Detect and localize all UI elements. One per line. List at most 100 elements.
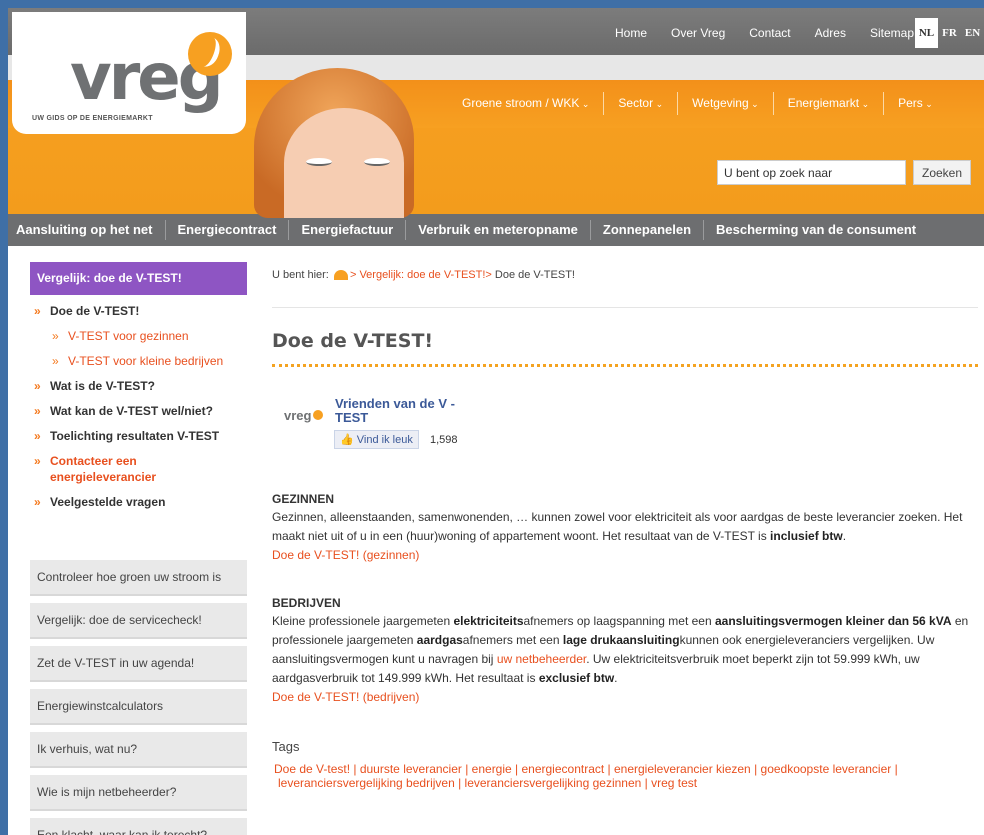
link-vtest-gezinnen[interactable]: Doe de V-TEST! (gezinnen) bbox=[272, 548, 419, 562]
main-content: U bent hier: > Vergelijk: doe de V-TEST!… bbox=[272, 262, 978, 790]
nav-groene-stroom[interactable]: Groene stroom / WKK bbox=[448, 92, 603, 115]
lightning-icon bbox=[188, 32, 232, 76]
thumbs-up-icon: 👍 bbox=[340, 434, 354, 446]
box-klacht[interactable]: Een klacht, waar kan ik terecht? bbox=[30, 818, 247, 835]
subnav-verbruik[interactable]: Verbruik en meteropname bbox=[405, 220, 590, 240]
breadcrumb-sep: > bbox=[349, 269, 357, 281]
section-text: Gezinnen, alleenstaanden, samenwonenden,… bbox=[272, 508, 978, 565]
chevron-right-icon: » bbox=[52, 329, 59, 343]
top-nav-adres[interactable]: Adres bbox=[815, 26, 846, 40]
sidebar: Vergelijk: doe de V-TEST! » Doe de V-TEST… bbox=[30, 262, 247, 835]
page-title: Doe de V-TEST! bbox=[272, 330, 434, 352]
tags-title: Tags bbox=[272, 739, 300, 754]
tag-line[interactable]: leveranciersvergelijking bedrijven | lev… bbox=[274, 776, 978, 790]
lightning-icon bbox=[313, 410, 324, 420]
lang-en[interactable]: EN bbox=[961, 18, 984, 48]
search-button[interactable]: Zoeken bbox=[913, 160, 971, 185]
subnav-zonnepanelen[interactable]: Zonnepanelen bbox=[589, 220, 703, 240]
text-bold: exclusief btw bbox=[538, 671, 615, 685]
hero-portrait bbox=[244, 68, 428, 218]
top-nav-home[interactable]: Home bbox=[615, 26, 647, 40]
link-netbeheerder[interactable]: uw netbeheerder bbox=[497, 652, 586, 666]
top-nav-sitemap[interactable]: Sitemap bbox=[870, 26, 914, 40]
facebook-widget: vreg Vrienden van de V -TEST 👍 Vind ik l… bbox=[272, 394, 978, 484]
sidebar-item-label: Toelichting resultaten V-TEST bbox=[50, 429, 220, 443]
fb-like-button[interactable]: 👍 Vind ik leuk bbox=[334, 430, 419, 449]
sidebar-item-gezinnen[interactable]: » V-TEST voor gezinnen bbox=[30, 328, 247, 344]
search-input[interactable] bbox=[717, 160, 906, 185]
chevron-right-icon: » bbox=[34, 454, 41, 468]
sidebar-item-kleine-bedrijven[interactable]: » V-TEST voor kleine bedrijven bbox=[30, 353, 247, 369]
sidebar-item-label: Wat kan de V-TEST wel/niet? bbox=[50, 404, 213, 418]
nav-pers[interactable]: Pers bbox=[883, 92, 947, 115]
box-groene-stroom[interactable]: Controleer hoe groen uw stroom is bbox=[30, 560, 247, 596]
box-verhuis[interactable]: Ik verhuis, wat nu? bbox=[30, 732, 247, 768]
vreg-logo[interactable]: vreg UW GIDS OP DE ENERGIEMARKT bbox=[12, 12, 246, 134]
nav-energiemarkt[interactable]: Energiemarkt bbox=[772, 92, 883, 115]
sidebar-item-label: Doe de V-TEST! bbox=[50, 304, 140, 318]
sidebar-boxes: Controleer hoe groen uw stroom is Vergel… bbox=[30, 560, 247, 835]
text-run: afnemers op laagspanning met een bbox=[523, 614, 715, 628]
text-bold: lage drukaansluiting bbox=[562, 633, 680, 647]
sub-nav: Aansluiting op het net Energiecontract E… bbox=[8, 214, 984, 246]
sidebar-item-wat-is[interactable]: » Wat is de V-TEST? bbox=[30, 378, 247, 394]
sidebar-list: » Doe de V-TEST! » V-TEST voor gezinnen » V… bbox=[30, 303, 247, 510]
breadcrumb-link[interactable]: Vergelijk: doe de V-TEST! bbox=[359, 269, 485, 281]
breadcrumb-sep: > bbox=[485, 269, 492, 281]
chevron-right-icon: » bbox=[34, 429, 41, 443]
box-netbeheerder[interactable]: Wie is mijn netbeheerder? bbox=[30, 775, 247, 811]
subnav-energiefactuur[interactable]: Energiefactuur bbox=[288, 220, 405, 240]
box-agenda[interactable]: Zet de V-TEST in uw agenda! bbox=[30, 646, 247, 682]
subnav-energiecontract[interactable]: Energiecontract bbox=[164, 220, 289, 240]
sidebar-item-label: V-TEST voor kleine bedrijven bbox=[68, 354, 224, 368]
fb-logo-word: vreg bbox=[284, 408, 312, 423]
section-text: Kleine professionele jaargemeten elektri… bbox=[272, 612, 978, 707]
sidebar-item-label: Wat is de V-TEST? bbox=[50, 379, 155, 393]
text-run: afnemers met een bbox=[462, 633, 563, 647]
chevron-right-icon: » bbox=[52, 354, 59, 368]
section-bedrijven: BEDRIJVEN Kleine professionele jaargemet… bbox=[272, 596, 978, 707]
box-servicecheck[interactable]: Vergelijk: doe de servicecheck! bbox=[30, 603, 247, 639]
chevron-right-icon: » bbox=[34, 404, 41, 418]
chevron-right-icon: » bbox=[34, 495, 41, 509]
chevron-right-icon: » bbox=[34, 379, 41, 393]
text-bold: inclusief btw bbox=[770, 529, 843, 543]
portrait-eye bbox=[364, 158, 390, 166]
divider bbox=[272, 307, 978, 308]
box-energiewinst[interactable]: Energiewinstcalculators bbox=[30, 689, 247, 725]
sidebar-item-toelichting[interactable]: » Toelichting resultaten V-TEST bbox=[30, 428, 247, 444]
subnav-bescherming[interactable]: Bescherming van de consument bbox=[703, 220, 928, 240]
top-nav-over-vreg[interactable]: Over Vreg bbox=[671, 26, 725, 40]
text-run: . bbox=[842, 529, 847, 543]
home-icon[interactable] bbox=[333, 270, 348, 281]
tag-line[interactable]: Doe de V-test! | duurste leverancier | e… bbox=[274, 762, 978, 776]
main-nav: Groene stroom / WKK Sector Wetgeving Ene… bbox=[448, 92, 947, 115]
top-nav-contact[interactable]: Contact bbox=[749, 26, 790, 40]
text-run: Gezinnen, alleenstaanden, samenwonenden,… bbox=[272, 510, 941, 524]
subnav-aansluiting[interactable]: Aansluiting op het net bbox=[8, 220, 165, 240]
language-switch: NL FR EN bbox=[915, 18, 984, 48]
fb-like-label: Vind ik leuk bbox=[356, 434, 413, 446]
sidebar-item-faq[interactable]: » Veelgestelde vragen bbox=[30, 494, 247, 510]
chevron-right-icon: » bbox=[34, 304, 41, 318]
text-bold: elektriciteits bbox=[453, 614, 524, 628]
section-title: GEZINNEN bbox=[272, 492, 335, 506]
lang-nl[interactable]: NL bbox=[915, 18, 938, 48]
fb-page-logo[interactable]: vreg bbox=[284, 408, 324, 423]
text-bold: aansluitingsvermogen kleiner dan 56 kVA bbox=[714, 614, 952, 628]
text-bold: aardgas bbox=[416, 633, 463, 647]
sidebar-heading[interactable]: Vergelijk: doe de V-TEST! bbox=[30, 262, 247, 295]
lang-fr[interactable]: FR bbox=[938, 18, 961, 48]
sidebar-item-contacteer[interactable]: » Contacteer een energieleverancier bbox=[30, 453, 247, 485]
header: Home Over Vreg Contact Adres Sitemap NL … bbox=[8, 8, 984, 218]
sidebar-item-doe-de-vtest[interactable]: » Doe de V-TEST! bbox=[30, 303, 247, 319]
logo-tagline: UW GIDS OP DE ENERGIEMARKT bbox=[32, 115, 153, 122]
page: Home Over Vreg Contact Adres Sitemap NL … bbox=[8, 8, 984, 835]
nav-wetgeving[interactable]: Wetgeving bbox=[677, 92, 773, 115]
link-vtest-bedrijven[interactable]: Doe de V-TEST! (bedrijven) bbox=[272, 690, 419, 704]
fb-page-name[interactable]: Vrienden van de V -TEST bbox=[335, 397, 475, 425]
breadcrumb: U bent hier: > Vergelijk: doe de V-TEST!… bbox=[272, 262, 978, 288]
sidebar-item-wat-kan[interactable]: » Wat kan de V-TEST wel/niet? bbox=[30, 403, 247, 419]
nav-sector[interactable]: Sector bbox=[603, 92, 677, 115]
sidebar-item-label: Veelgestelde vragen bbox=[50, 495, 166, 509]
